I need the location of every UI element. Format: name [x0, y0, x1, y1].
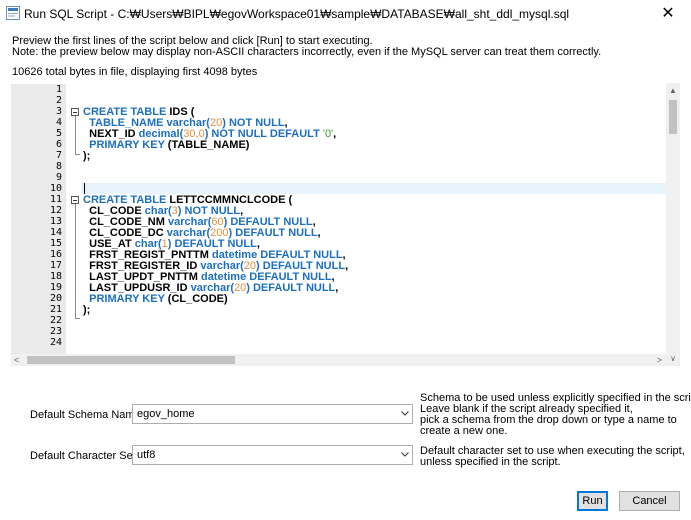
fold-guide-end: [75, 154, 80, 155]
scroll-left-icon[interactable]: <: [14, 354, 19, 366]
fold-guide-end: [75, 318, 80, 319]
sql-keyword: ) DEFAULT NULL: [246, 282, 336, 294]
sql-identifier: (TABLE_NAME): [164, 139, 250, 151]
hint-line: unless specified in the script.: [420, 456, 561, 468]
fold-guide: [75, 116, 76, 154]
line-number: 7: [55, 150, 62, 161]
scroll-up-icon[interactable]: ▲: [666, 86, 680, 95]
sql-punct: );: [83, 304, 91, 316]
sql-punct: );: [83, 150, 91, 162]
line-number: 2: [55, 95, 62, 106]
run-button[interactable]: Run: [577, 491, 608, 511]
bytes-info: 10626 total bytes in file, displaying fi…: [12, 66, 258, 78]
sql-punct: ,: [345, 260, 349, 272]
schema-label: Default Schema Name:: [30, 409, 144, 421]
sql-preview-editor[interactable]: 1 2 3 4 5 6 7 8 9 10 11 12 13 14 15 16 1…: [11, 83, 666, 355]
line-number: 13: [49, 216, 62, 227]
schema-combobox[interactable]: egov_home: [132, 404, 413, 424]
line-number: 8: [55, 161, 62, 172]
window-title: Run SQL Script - C:₩Users₩BIPL₩egovWorks…: [24, 7, 570, 21]
title-bar: Run SQL Script - C:₩Users₩BIPL₩egovWorks…: [0, 0, 691, 30]
line-number: 3: [55, 106, 62, 117]
scroll-right-icon[interactable]: >: [657, 354, 662, 366]
schema-hint: Schema to be used unless explicitly spec…: [420, 393, 691, 437]
line-number: 18: [49, 271, 62, 282]
sql-punct: ,: [317, 227, 321, 239]
line-number: 23: [49, 326, 62, 337]
schema-value: egov_home: [137, 408, 195, 420]
chevron-down-icon[interactable]: [401, 450, 409, 458]
charset-combobox[interactable]: utf8: [132, 445, 413, 465]
line-number: 20: [49, 293, 62, 304]
horizontal-scrollbar[interactable]: < >: [11, 354, 666, 366]
line-number: 14: [49, 227, 62, 238]
fold-toggle-icon[interactable]: [71, 108, 79, 116]
fold-toggle-icon[interactable]: [71, 196, 79, 204]
fold-guide: [75, 204, 76, 318]
line-number: 6: [55, 139, 62, 150]
line-number: 24: [49, 337, 62, 348]
line-number: 15: [49, 238, 62, 249]
code-line: PRIMARY KEY (CL_CODE): [83, 293, 228, 305]
line-number: 5: [55, 128, 62, 139]
code-line: );: [83, 150, 90, 162]
charset-label: Default Character Set:: [30, 450, 139, 462]
line-number: 22: [49, 315, 62, 326]
horizontal-scroll-thumb[interactable]: [27, 356, 235, 364]
chevron-down-icon[interactable]: [401, 409, 409, 417]
sql-punct: ,: [335, 282, 339, 294]
line-number: 9: [55, 172, 62, 183]
line-number: 17: [49, 260, 62, 271]
note-text: Note: the preview below may display non-…: [12, 46, 602, 58]
current-line-highlight: [81, 183, 666, 194]
sql-number: 20: [234, 282, 247, 294]
code-line: PRIMARY KEY (TABLE_NAME): [83, 139, 249, 151]
close-button[interactable]: ✕: [645, 0, 691, 30]
charset-value: utf8: [137, 449, 156, 461]
sql-keyword: PRIMARY KEY: [89, 139, 165, 151]
sql-keyword: PRIMARY KEY: [89, 293, 165, 305]
vertical-scrollbar[interactable]: ▲: [666, 83, 680, 354]
line-number: 16: [49, 249, 62, 260]
vertical-scroll-thumb[interactable]: [669, 100, 677, 134]
hint-line: create a new one.: [420, 425, 508, 437]
line-number: 10: [49, 183, 62, 194]
line-number: 12: [49, 205, 62, 216]
line-number: 11: [49, 194, 62, 205]
line-number: 21: [49, 304, 62, 315]
line-number: 19: [49, 282, 62, 293]
sql-string: '0': [322, 128, 334, 140]
sql-punct: ,: [333, 128, 337, 140]
line-number-gutter: 1 2 3 4 5 6 7 8 9 10 11 12 13 14 15 16 1…: [11, 84, 66, 355]
close-icon: ✕: [661, 5, 675, 22]
charset-hint: Default character set to use when execut…: [420, 446, 685, 468]
line-number: 1: [55, 84, 62, 95]
cancel-button[interactable]: Cancel: [619, 491, 680, 511]
text-caret: [84, 183, 85, 194]
line-number: 4: [55, 117, 62, 128]
code-line: );: [83, 304, 90, 316]
workbench-app-icon: [6, 6, 20, 20]
scroll-down-icon[interactable]: ∨: [666, 354, 680, 363]
scrollbar-corner: ∨: [666, 354, 680, 366]
sql-identifier: (CL_CODE): [164, 293, 228, 305]
